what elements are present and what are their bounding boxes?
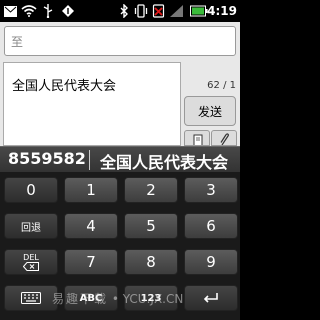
- enter-key[interactable]: [184, 285, 238, 311]
- key-4[interactable]: 4: [64, 213, 118, 239]
- vibrate-icon: [134, 3, 148, 19]
- bluetooth-icon: [118, 3, 130, 19]
- backspace-key[interactable]: 回退: [4, 213, 58, 239]
- recipient-field[interactable]: 至: [4, 26, 236, 56]
- candidate-bar: 8559582 全国人民代表大会: [0, 146, 240, 172]
- no-sim-icon: [151, 3, 165, 19]
- key-3[interactable]: 3: [184, 177, 238, 203]
- key-9[interactable]: 9: [184, 249, 238, 275]
- debug-icon: [60, 3, 76, 19]
- status-bar: 4:19: [0, 0, 240, 22]
- candidate-item[interactable]: 8559582: [8, 149, 86, 168]
- attachment-icon: [193, 134, 203, 145]
- candidate-item[interactable]: 全国人民代表大会: [100, 149, 228, 172]
- paperclip-icon: [220, 133, 229, 145]
- usb-icon: [42, 3, 54, 19]
- key-2[interactable]: 2: [124, 177, 178, 203]
- attach-button[interactable]: [184, 130, 210, 146]
- compose-area: 至 全国人民代表大会 62 / 1 发送: [0, 22, 240, 146]
- delete-icon: [23, 262, 39, 271]
- wifi-icon: [20, 3, 38, 19]
- key-6[interactable]: 6: [184, 213, 238, 239]
- message-text: 全国人民代表大会: [12, 79, 117, 94]
- numeric-keyboard: 0 1 2 3 回退 4 5 6 DEL 7 8 9 ABC 123: [0, 172, 240, 320]
- candidate-divider: [89, 150, 90, 170]
- paperclip-button[interactable]: [211, 130, 237, 146]
- key-zero[interactable]: 0: [4, 177, 58, 203]
- key-5[interactable]: 5: [124, 213, 178, 239]
- delete-key[interactable]: DEL: [4, 249, 58, 275]
- enter-icon: [203, 293, 218, 303]
- signal-icon: [168, 3, 184, 19]
- character-counter: 62 / 1: [207, 80, 236, 91]
- status-time: 4:19: [207, 4, 237, 18]
- key-8[interactable]: 8: [124, 249, 178, 275]
- abc-mode-key[interactable]: ABC: [64, 285, 118, 311]
- keyboard-icon: [21, 292, 41, 304]
- send-button[interactable]: 发送: [184, 96, 236, 126]
- message-icon: [3, 3, 17, 19]
- battery-icon: [189, 3, 209, 19]
- key-7[interactable]: 7: [64, 249, 118, 275]
- key-1[interactable]: 1: [64, 177, 118, 203]
- recipient-placeholder: 至: [11, 35, 24, 49]
- keyboard-switch-key[interactable]: [4, 285, 58, 311]
- number-mode-key[interactable]: 123: [124, 285, 178, 311]
- message-input[interactable]: 全国人民代表大会: [3, 62, 181, 146]
